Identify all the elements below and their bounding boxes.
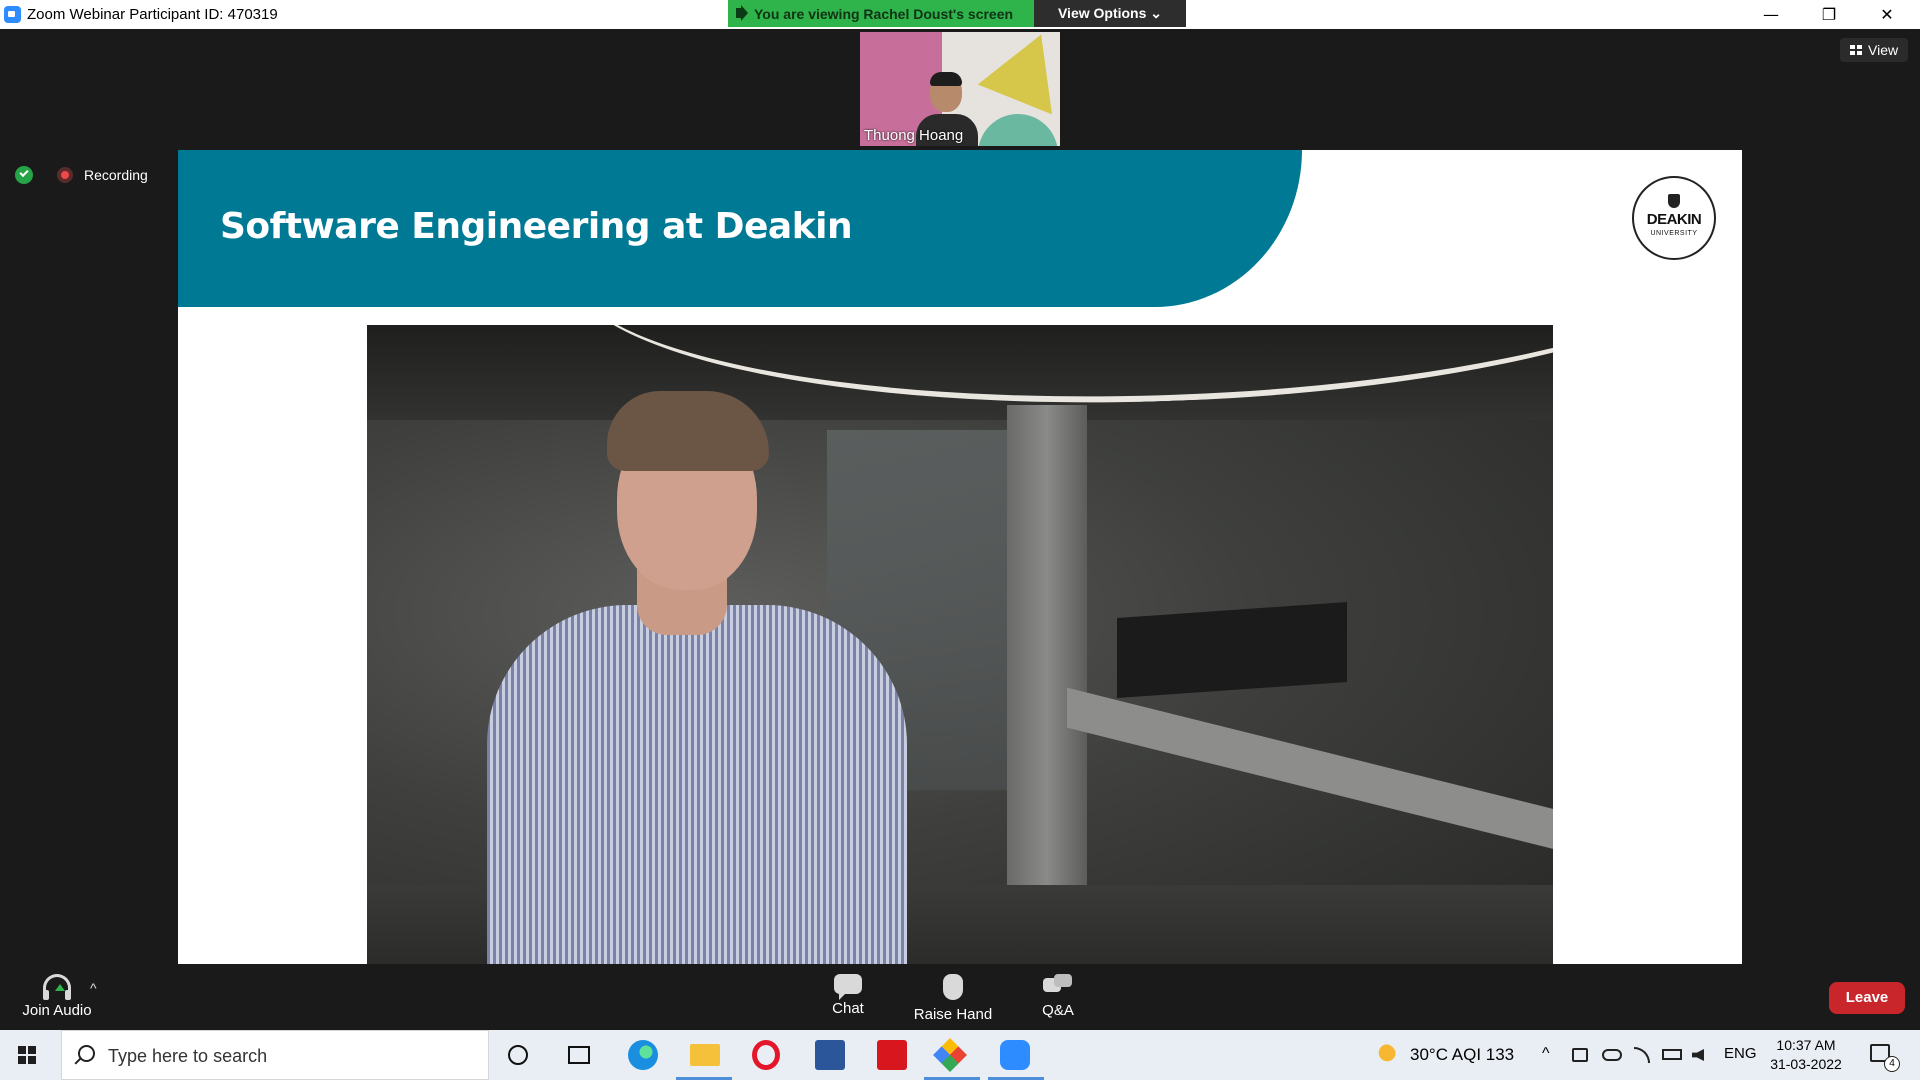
- recording-label: Recording: [84, 167, 148, 183]
- headphone-icon: [43, 974, 71, 1000]
- window-title: Zoom Webinar Participant ID: 470319: [27, 6, 278, 23]
- zoom-app-icon: [4, 6, 21, 23]
- minimize-button[interactable]: —: [1742, 0, 1800, 29]
- edge-icon[interactable]: [628, 1040, 658, 1070]
- leave-button[interactable]: Leave: [1829, 982, 1905, 1014]
- taskbar-clock[interactable]: 10:37 AM 31-03-2022: [1768, 1036, 1844, 1074]
- participant-hair: [930, 72, 962, 86]
- window-title-bar: Zoom Webinar Participant ID: 470319 You …: [0, 0, 1920, 29]
- git-icon[interactable]: [933, 1038, 967, 1072]
- background-shape: [977, 32, 1060, 115]
- video-desk: [1067, 687, 1553, 863]
- meet-now-icon[interactable]: [1572, 1048, 1588, 1062]
- grid-icon: [1850, 45, 1862, 55]
- viewing-screen-text: You are viewing Rachel Doust's screen: [754, 6, 1014, 22]
- recording-icon: [57, 167, 73, 183]
- notification-count: 4: [1884, 1056, 1900, 1072]
- speaker-hair: [607, 391, 769, 471]
- view-button-label: View: [1868, 42, 1899, 58]
- onedrive-icon[interactable]: [1602, 1049, 1622, 1061]
- shared-screen-slide: Software Engineering at Deakin DEAKIN UN…: [178, 150, 1742, 964]
- clock-time: 10:37 AM: [1776, 1037, 1836, 1053]
- windows-start-icon[interactable]: [18, 1046, 36, 1064]
- chat-icon: [834, 974, 862, 1000]
- speaker-icon: [736, 8, 742, 18]
- windows-taskbar: 30°C AQI 133 ^ ENG 10:37 AM 31-03-2022 4: [0, 1030, 1920, 1080]
- audio-options-caret[interactable]: ^: [90, 980, 97, 996]
- tray-chevron-icon[interactable]: ^: [1542, 1045, 1550, 1063]
- chat-label: Chat: [832, 1000, 864, 1017]
- opera-icon[interactable]: [752, 1040, 780, 1070]
- security-shield-icon[interactable]: [15, 166, 33, 184]
- weather-widget[interactable]: 30°C AQI 133: [1410, 1045, 1514, 1065]
- search-icon: [78, 1045, 95, 1062]
- clock-date: 31-03-2022: [1770, 1056, 1842, 1072]
- viewing-screen-banner: You are viewing Rachel Doust's screen: [728, 0, 1034, 27]
- speaker-shirt: [487, 605, 907, 964]
- logo-text-line2: UNIVERSITY: [1650, 230, 1698, 237]
- weather-icon[interactable]: [1374, 1044, 1396, 1066]
- input-language[interactable]: ENG: [1724, 1045, 1757, 1062]
- embedded-video: [367, 325, 1553, 964]
- taskbar-search[interactable]: [61, 1030, 489, 1080]
- view-options-button[interactable]: View Options ⌄: [1034, 0, 1186, 27]
- task-view-icon[interactable]: [568, 1046, 590, 1064]
- wifi-icon[interactable]: [1634, 1047, 1650, 1063]
- word-icon[interactable]: [815, 1040, 845, 1070]
- video-monitor: [1117, 601, 1347, 699]
- join-audio-button[interactable]: Join Audio: [17, 974, 97, 1019]
- volume-icon[interactable]: [1692, 1049, 1704, 1061]
- hand-icon: [943, 974, 963, 1000]
- cortana-icon[interactable]: [508, 1045, 528, 1065]
- participant-video-thumbnail[interactable]: Thuong Hoang: [860, 32, 1060, 146]
- chat-button[interactable]: Chat: [818, 974, 878, 1017]
- view-layout-button[interactable]: View: [1840, 38, 1908, 62]
- deakin-logo: DEAKIN UNIVERSITY: [1632, 176, 1716, 260]
- zoom-icon[interactable]: [1000, 1040, 1030, 1070]
- restore-button[interactable]: ❐: [1800, 0, 1858, 29]
- crest-icon: [1668, 194, 1680, 208]
- raise-hand-label: Raise Hand: [913, 1006, 993, 1023]
- video-pillar: [1007, 405, 1087, 964]
- battery-icon[interactable]: [1662, 1049, 1682, 1060]
- file-explorer-icon[interactable]: [690, 1044, 720, 1066]
- qa-icon: [1043, 974, 1073, 996]
- qa-button[interactable]: Q&A: [1028, 974, 1088, 1019]
- slide-title: Software Engineering at Deakin: [220, 206, 853, 247]
- qa-label: Q&A: [1042, 1002, 1074, 1019]
- search-input[interactable]: [106, 1041, 470, 1071]
- background-shape: [978, 114, 1058, 146]
- join-audio-label: Join Audio: [22, 1002, 92, 1019]
- logo-text-line1: DEAKIN: [1646, 211, 1702, 228]
- participant-name: Thuong Hoang: [864, 127, 964, 144]
- close-button[interactable]: ✕: [1858, 0, 1916, 29]
- arrow-up-icon: [55, 984, 65, 991]
- raise-hand-button[interactable]: Raise Hand: [908, 974, 998, 1023]
- acrobat-icon[interactable]: [877, 1040, 907, 1070]
